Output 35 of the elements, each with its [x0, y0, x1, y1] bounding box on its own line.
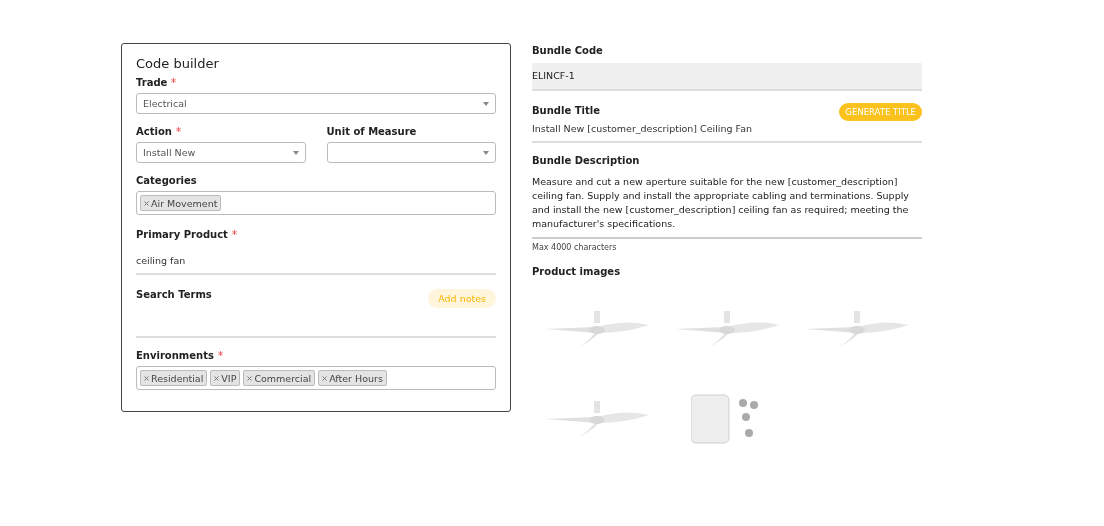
field-label: Bundle Title — [532, 105, 600, 116]
tag-chip[interactable]: After Hours — [318, 370, 387, 386]
tag-chip[interactable]: Residential — [140, 370, 208, 386]
input-field[interactable]: Install New [customer_description] Ceiling Fan — [532, 121, 922, 143]
dropdown[interactable]: Install New — [136, 142, 306, 163]
tag-input[interactable]: Air Movement — [136, 191, 496, 215]
caret-icon — [483, 150, 489, 155]
field-label: Bundle Code — [532, 45, 604, 56]
remove-icon[interactable] — [247, 375, 253, 381]
dropdown[interactable] — [326, 142, 496, 163]
tag-input[interactable]: Residential VIP Commercial After Hours — [136, 366, 496, 390]
tag-chip[interactable]: Air Movement — [140, 195, 222, 211]
field-label: Action — [136, 126, 172, 137]
field-label: Unit of Measure — [326, 126, 417, 137]
field-label: Product images — [532, 266, 622, 277]
card-title: Code builder — [136, 56, 220, 71]
tag-chip[interactable]: Commercial — [243, 370, 316, 386]
tag-chip[interactable]: VIP — [210, 370, 241, 386]
helper-text: Max 4000 characters — [532, 243, 618, 252]
field-label: Primary Product — [136, 229, 228, 240]
remove-icon[interactable] — [144, 200, 149, 206]
field-label: Environments — [136, 350, 214, 361]
caret-icon — [483, 101, 489, 106]
caret-icon — [292, 150, 299, 155]
remove-icon[interactable] — [214, 375, 220, 381]
text-area[interactable]: Measure and cut a new aperture suitable for the new [customer_description] ceiling fan. Supply and install the appropriate cabling and terminations. Supply and install the new [customer_description] ceiling fan as required; meeting the manufacturer's specifications. — [532, 171, 922, 239]
field-label: Bundle Description — [532, 155, 641, 166]
field-label: Categories — [136, 175, 197, 186]
field-label: Trade — [136, 77, 168, 88]
remove-icon[interactable] — [144, 375, 149, 381]
input-field: ELINCF-1 — [532, 63, 922, 91]
dropdown[interactable]: Electrical — [136, 93, 496, 114]
remove-icon[interactable] — [322, 375, 328, 381]
field-label: Search Terms — [136, 289, 212, 300]
input-field[interactable]: ceiling fan — [136, 245, 496, 275]
